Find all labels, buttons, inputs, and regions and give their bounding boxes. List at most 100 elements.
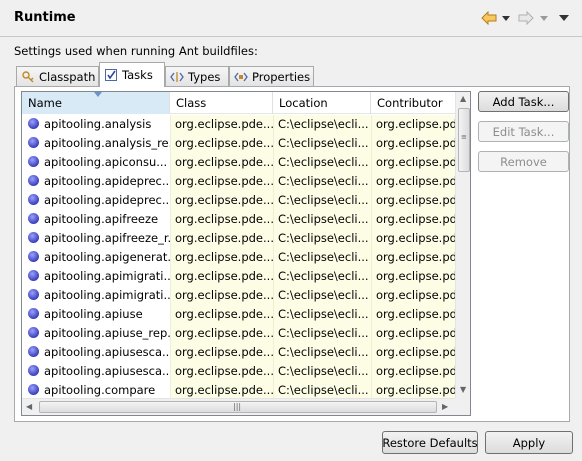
horizontal-scroll-thumb[interactable]: |||	[39, 401, 437, 413]
table-header: Name Class Location Contributor	[22, 92, 455, 114]
scroll-down-icon[interactable]: ▼	[460, 385, 466, 394]
cell-class: org.eclipse.pde...	[170, 115, 273, 134]
forward-arrow-icon[interactable]	[518, 10, 534, 26]
table-row[interactable]: apitooling.apideprec... org.eclipse.pde..…	[22, 191, 455, 210]
task-icon	[28, 308, 39, 319]
cell-name: apitooling.apimigrati...	[22, 267, 170, 286]
cell-contributor: org.eclipse.pd...	[371, 134, 455, 153]
column-header-class[interactable]: Class	[170, 92, 273, 114]
cell-name: apitooling.apifreeze	[22, 210, 170, 229]
cell-text: apitooling.apifreeze	[44, 212, 159, 226]
cell-text: apitooling.apimigrati...	[44, 269, 170, 283]
tab-label: Classpath	[39, 69, 96, 84]
table-row[interactable]: apitooling.analysis org.eclipse.pde... C:\…	[22, 115, 455, 134]
add-task-button[interactable]: Add Task...	[478, 91, 569, 112]
edit-task-button[interactable]: Edit Task...	[478, 121, 569, 142]
cell-location: C:\eclipse\ecli...	[273, 115, 371, 134]
cell-location: C:\eclipse\ecli...	[273, 362, 371, 381]
back-history-menu-icon[interactable]	[500, 12, 512, 24]
scrollbar-corner	[455, 398, 470, 415]
table-row[interactable]: apitooling.apigenerat... org.eclipse.pde.…	[22, 248, 455, 267]
cell-text: apitooling.apiusesca...	[44, 345, 170, 359]
restore-defaults-button[interactable]: Restore Defaults	[382, 431, 478, 454]
cell-class: org.eclipse.pde...	[170, 305, 273, 324]
cell-location: C:\eclipse\ecli...	[273, 343, 371, 362]
cell-contributor: org.eclipse.pd...	[371, 115, 455, 134]
column-header-contributor[interactable]: Contributor	[371, 92, 455, 114]
cell-location: C:\eclipse\ecli...	[273, 305, 371, 324]
apply-button[interactable]: Apply	[485, 431, 573, 454]
table-row[interactable]: apitooling.apifreeze org.eclipse.pde... C:…	[22, 210, 455, 229]
cell-name: apitooling.apiconsu...	[22, 153, 170, 172]
cell-class: org.eclipse.pde...	[170, 324, 273, 343]
tab-label: Tasks	[122, 68, 153, 82]
cell-location: C:\eclipse\ecli...	[273, 172, 371, 191]
column-header-name[interactable]: Name	[22, 92, 170, 114]
task-icon	[28, 156, 39, 167]
cell-class: org.eclipse.pde...	[170, 267, 273, 286]
cell-name: apitooling.apideprec...	[22, 191, 170, 210]
horizontal-scrollbar[interactable]: ◀ ||| ▶	[22, 398, 455, 415]
table-row[interactable]: apitooling.apimigrati... org.eclipse.pde.…	[22, 286, 455, 305]
tasks-table[interactable]: Name Class Location Contributor apitooli…	[21, 91, 471, 416]
vertical-scroll-thumb[interactable]: ≡	[458, 108, 470, 172]
cell-name: apitooling.apideprec...	[22, 172, 170, 191]
cell-location: C:\eclipse\ecli...	[273, 248, 371, 267]
cell-text: apitooling.apimigrati...	[44, 288, 170, 302]
properties-icon	[234, 70, 248, 84]
table-row[interactable]: apitooling.apideprec... org.eclipse.pde..…	[22, 172, 455, 191]
tasks-icon	[104, 68, 118, 82]
vertical-scrollbar[interactable]: ▲ ≡ ▼	[455, 92, 470, 398]
classpath-icon	[21, 70, 35, 84]
task-icon	[28, 137, 39, 148]
scroll-up-icon[interactable]: ▲	[460, 94, 466, 103]
tab-types[interactable]: Types	[165, 66, 229, 86]
tab-classpath[interactable]: Classpath	[16, 66, 99, 86]
cell-location: C:\eclipse\ecli...	[273, 229, 371, 248]
column-header-label: Location	[279, 96, 328, 110]
table-row[interactable]: apitooling.apiusesca... org.eclipse.pde..…	[22, 362, 455, 381]
scroll-left-icon[interactable]: ◀	[26, 402, 32, 411]
cell-contributor: org.eclipse.pd...	[371, 286, 455, 305]
cell-class: org.eclipse.pde...	[170, 172, 273, 191]
cell-contributor: org.eclipse.pd...	[371, 362, 455, 381]
cell-contributor: org.eclipse.pd...	[371, 324, 455, 343]
cell-text: apitooling.apifreeze_r...	[44, 231, 170, 245]
cell-text: apitooling.apideprec...	[44, 193, 170, 207]
scroll-right-icon[interactable]: ▶	[442, 402, 448, 411]
table-row[interactable]: apitooling.apifreeze_r... org.eclipse.pde…	[22, 229, 455, 248]
table-row[interactable]: apitooling.apiuse org.eclipse.pde... C:\ec…	[22, 305, 455, 324]
table-row[interactable]: apitooling.apiusesca... org.eclipse.pde..…	[22, 343, 455, 362]
cell-location: C:\eclipse\ecli...	[273, 210, 371, 229]
cell-text: apitooling.apideprec...	[44, 174, 170, 188]
task-icon	[28, 251, 39, 262]
table-row[interactable]: apitooling.apimigrati... org.eclipse.pde.…	[22, 267, 455, 286]
table-row[interactable]: apitooling.analysis_re... org.eclipse.pde…	[22, 134, 455, 153]
cell-name: apitooling.apiusesca...	[22, 343, 170, 362]
cell-location: C:\eclipse\ecli...	[273, 286, 371, 305]
grip-icon: ≡	[461, 133, 467, 141]
settings-description: Settings used when running Ant buildfile…	[14, 44, 258, 58]
forward-history-menu-icon[interactable]	[538, 12, 550, 24]
cell-class: org.eclipse.pde...	[170, 343, 273, 362]
table-row[interactable]: apitooling.apiconsu... org.eclipse.pde...…	[22, 153, 455, 172]
cell-class: org.eclipse.pde...	[170, 210, 273, 229]
remove-button[interactable]: Remove	[478, 151, 569, 172]
back-arrow-icon[interactable]	[481, 10, 497, 26]
cell-contributor: org.eclipse.pd...	[371, 191, 455, 210]
task-icon	[28, 118, 39, 129]
view-menu-icon[interactable]	[557, 12, 571, 24]
cell-text: apitooling.apigenerat...	[44, 250, 170, 264]
table-body: apitooling.analysis org.eclipse.pde... C:\…	[22, 115, 455, 400]
cell-contributor: org.eclipse.pd...	[371, 305, 455, 324]
cell-name: apitooling.apiuse	[22, 305, 170, 324]
tab-tasks[interactable]: Tasks	[99, 62, 165, 87]
column-header-label: Contributor	[377, 96, 443, 110]
task-icon	[28, 194, 39, 205]
table-row[interactable]: apitooling.apiuse_rep... org.eclipse.pde.…	[22, 324, 455, 343]
column-header-location[interactable]: Location	[273, 92, 371, 114]
tab-properties[interactable]: Properties	[229, 66, 314, 86]
cell-class: org.eclipse.pde...	[170, 286, 273, 305]
cell-text: apitooling.apiusesca...	[44, 364, 170, 378]
cell-text: apitooling.analysis_re...	[44, 136, 170, 150]
